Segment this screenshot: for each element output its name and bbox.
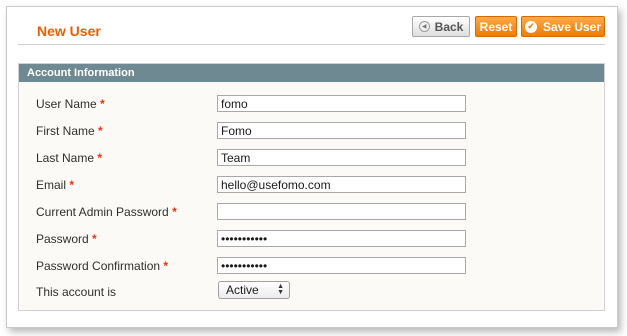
reset-button-label: Reset bbox=[479, 19, 513, 34]
reset-button[interactable]: Reset bbox=[475, 16, 517, 37]
last-name-input[interactable] bbox=[217, 149, 466, 166]
account-status-value: Active bbox=[226, 283, 259, 297]
back-button[interactable]: ◀ Back bbox=[412, 16, 470, 37]
required-marker: * bbox=[98, 124, 103, 138]
required-marker: * bbox=[92, 232, 97, 246]
header-divider bbox=[18, 44, 605, 45]
required-marker: * bbox=[172, 205, 177, 219]
account-status-label: This account is bbox=[36, 285, 117, 299]
section-header: Account Information bbox=[19, 64, 604, 82]
email-label: Email * bbox=[36, 178, 75, 192]
account-status-select[interactable]: Active ▲ ▼ bbox=[218, 281, 290, 299]
required-marker: * bbox=[69, 178, 75, 192]
page-title: New User bbox=[37, 23, 101, 39]
select-arrows-icon: ▲ ▼ bbox=[277, 283, 284, 296]
password-label: Password * bbox=[36, 232, 97, 246]
save-button-label: Save User bbox=[542, 19, 602, 34]
current-admin-password-label: Current Admin Password * bbox=[36, 205, 177, 219]
user-name-label: User Name * bbox=[36, 97, 105, 111]
password-confirmation-input[interactable] bbox=[217, 257, 466, 274]
required-marker: * bbox=[100, 97, 105, 111]
last-name-label: Last Name * bbox=[36, 151, 103, 165]
back-button-label: Back bbox=[434, 19, 464, 34]
first-name-label: First Name * bbox=[36, 124, 103, 138]
save-user-button[interactable]: ✔ Save User bbox=[521, 16, 605, 37]
email-input[interactable] bbox=[217, 176, 466, 193]
password-input[interactable] bbox=[217, 230, 466, 247]
required-marker: * bbox=[163, 259, 169, 273]
back-arrow-icon: ◀ bbox=[418, 21, 430, 32]
checkmark-icon: ✔ bbox=[524, 20, 537, 33]
first-name-input[interactable] bbox=[217, 122, 466, 139]
password-confirmation-label: Password Confirmation * bbox=[36, 259, 169, 273]
current-admin-password-input[interactable] bbox=[217, 203, 466, 220]
required-marker: * bbox=[97, 151, 103, 165]
user-name-input[interactable] bbox=[217, 95, 466, 112]
